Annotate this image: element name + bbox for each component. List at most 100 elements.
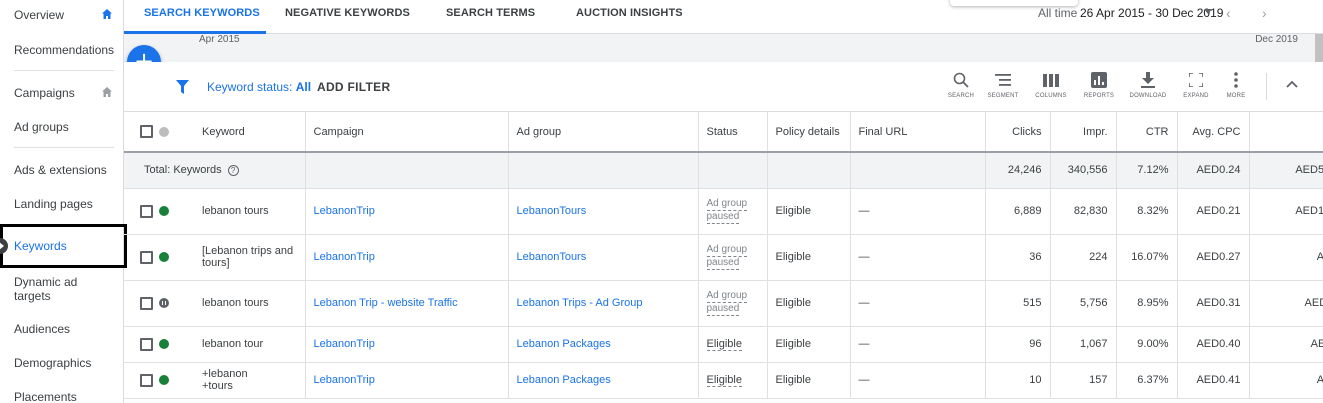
- sidebar-item-recommendations[interactable]: Recommendations: [0, 43, 124, 57]
- tab-search-terms[interactable]: SEARCH TERMS: [446, 7, 535, 19]
- keyword-cell[interactable]: [Lebanon trips and tours]: [178, 234, 306, 281]
- dropdown-arrow-icon[interactable]: [1204, 9, 1212, 14]
- tool-label: SEARCH: [947, 93, 975, 99]
- search-button[interactable]: SEARCH: [947, 70, 975, 99]
- keyword-cell[interactable]: +lebanon +tours: [178, 362, 306, 399]
- sidebar-item-placements[interactable]: Placements: [0, 390, 124, 403]
- tab-bar: SEARCH KEYWORDS NEGATIVE KEYWORDS SEARCH…: [124, 0, 1323, 34]
- table-cell: [850, 152, 986, 189]
- sidebar-item-audiences[interactable]: Audiences: [0, 322, 124, 336]
- final-url-cell: —: [850, 280, 986, 327]
- column-header-ctr[interactable]: CTR: [1116, 112, 1178, 153]
- table-row[interactable]: lebanon tours Lebanon Trip - website Tra…: [124, 280, 1323, 327]
- tab-auction-insights[interactable]: AUCTION INSIGHTS: [576, 7, 683, 19]
- ad-group-link[interactable]: LebanonTours: [517, 205, 587, 217]
- column-header-keyword[interactable]: Keyword: [178, 112, 306, 153]
- timeline-strip: Apr 2015 Dec 2019: [124, 34, 1323, 62]
- column-header-impr[interactable]: Impr.: [1050, 112, 1117, 153]
- row-checkbox[interactable]: [140, 337, 153, 351]
- status-cell: Ad group paused: [698, 280, 768, 327]
- search-icon: [953, 72, 969, 88]
- column-header-final-url[interactable]: Final URL: [850, 112, 986, 153]
- active-item-highlight: [0, 224, 127, 268]
- next-period-icon[interactable]: ›: [1262, 5, 1267, 21]
- column-header-clicks[interactable]: Clicks: [985, 112, 1051, 153]
- row-select-cell: [124, 362, 153, 399]
- enabled-status-icon[interactable]: [159, 252, 169, 263]
- campaign-link[interactable]: LebanonTrip: [314, 338, 375, 350]
- ad-group-link[interactable]: Lebanon Packages: [517, 374, 611, 386]
- row-checkbox[interactable]: [140, 373, 153, 387]
- filter-icon[interactable]: [176, 80, 189, 94]
- select-all-checkbox[interactable]: [140, 125, 153, 138]
- status-text[interactable]: Ad group paused: [706, 198, 748, 224]
- row-checkbox[interactable]: [140, 296, 153, 310]
- ad-group-link[interactable]: Lebanon Trips - Ad Group: [517, 297, 643, 309]
- column-header-campaign[interactable]: Campaign: [305, 112, 509, 153]
- keyword-cell[interactable]: lebanon tour: [178, 326, 306, 363]
- ad-group-link[interactable]: Lebanon Packages: [517, 338, 611, 350]
- sidebar-item-overview[interactable]: Overview: [0, 8, 124, 22]
- enabled-status-icon[interactable]: [159, 339, 169, 350]
- campaign-link[interactable]: Lebanon Trip - website Traffic: [314, 297, 458, 309]
- sidebar-item-campaigns[interactable]: Campaigns: [0, 86, 124, 100]
- date-range-picker[interactable]: 26 Apr 2015 - 30 Dec 2019: [1080, 6, 1223, 20]
- expand-icon: [1189, 73, 1203, 87]
- paused-status-icon[interactable]: [159, 298, 169, 309]
- status-text[interactable]: Eligible: [706, 338, 742, 351]
- status-text[interactable]: Ad group paused: [706, 290, 748, 316]
- status-text[interactable]: Eligible: [706, 374, 742, 387]
- impr-cell: 224: [1050, 234, 1117, 281]
- expand-button[interactable]: EXPAND: [1181, 70, 1211, 99]
- enabled-status-icon[interactable]: [159, 375, 169, 386]
- sidebar-item-label: Campaigns: [14, 86, 75, 100]
- avg-cpc-cell: AED0.40: [1177, 326, 1250, 363]
- column-header-ad-group[interactable]: Ad group: [508, 112, 699, 153]
- table-row[interactable]: +lebanon +tours LebanonTrip Lebanon Pack…: [124, 362, 1323, 399]
- chevron-up-icon[interactable]: [1286, 80, 1298, 88]
- column-header-cost[interactable]: C: [1249, 112, 1323, 153]
- table-row[interactable]: lebanon tours LebanonTrip LebanonTours A…: [124, 188, 1323, 235]
- column-header-status[interactable]: Status: [698, 112, 768, 153]
- add-filter-button[interactable]: ADD FILTER: [317, 80, 390, 94]
- keyword-status-filter[interactable]: Keyword status: All: [207, 80, 311, 94]
- sidebar-item-ads-extensions[interactable]: Ads & extensions: [0, 163, 124, 177]
- tab-negative-keywords[interactable]: NEGATIVE KEYWORDS: [285, 7, 410, 19]
- table-row[interactable]: lebanon tour LebanonTrip Lebanon Package…: [124, 326, 1323, 363]
- status-text[interactable]: Ad group paused: [706, 244, 748, 270]
- keyword-cell[interactable]: lebanon tours: [178, 188, 306, 235]
- table-row[interactable]: [Lebanon trips and tours] LebanonTrip Le…: [124, 234, 1323, 281]
- tool-label: REPORTS: [1083, 93, 1115, 99]
- sidebar-item-demographics[interactable]: Demographics: [0, 356, 124, 370]
- campaign-link[interactable]: LebanonTrip: [314, 374, 375, 386]
- sidebar-item-ad-groups[interactable]: Ad groups: [0, 120, 124, 134]
- column-header-avg-cpc[interactable]: Avg. CPC: [1177, 112, 1250, 153]
- segment-button[interactable]: SEGMENT: [986, 70, 1020, 99]
- prev-period-icon[interactable]: ‹: [1226, 5, 1231, 21]
- row-checkbox[interactable]: [140, 250, 153, 264]
- sidebar-item-label: Ad groups: [14, 120, 69, 134]
- keyword-cell[interactable]: lebanon tours: [178, 280, 306, 327]
- scrollbar[interactable]: [1315, 34, 1323, 64]
- ad-group-link[interactable]: LebanonTours: [517, 251, 587, 263]
- help-icon[interactable]: ?: [227, 164, 239, 176]
- avg-cpc-cell: AED0.21: [1177, 188, 1250, 235]
- status-line: Ad group: [706, 290, 748, 303]
- enabled-status-icon[interactable]: [159, 206, 169, 217]
- tool-label: EXPAND: [1183, 93, 1209, 99]
- campaign-link[interactable]: LebanonTrip: [314, 205, 375, 217]
- tab-search-keywords[interactable]: SEARCH KEYWORDS: [144, 7, 260, 19]
- ctr-cell: 8.32%: [1116, 188, 1178, 235]
- sidebar-item-dynamic-ad-targets[interactable]: Dynamic ad targets: [0, 275, 100, 303]
- column-header-policy[interactable]: Policy details: [767, 112, 851, 153]
- campaign-link[interactable]: LebanonTrip: [314, 251, 375, 263]
- columns-button[interactable]: COLUMNS: [1033, 70, 1069, 99]
- sidebar-item-landing-pages[interactable]: Landing pages: [0, 197, 124, 211]
- reports-button[interactable]: REPORTS: [1081, 70, 1117, 99]
- sidebar-item-label: Landing pages: [14, 197, 93, 211]
- row-checkbox[interactable]: [140, 204, 153, 218]
- sidebar-item-label: Overview: [14, 8, 65, 22]
- total-impr: 340,556: [1050, 152, 1117, 189]
- more-button[interactable]: MORE: [1222, 70, 1250, 99]
- download-button[interactable]: DOWNLOAD: [1127, 70, 1169, 99]
